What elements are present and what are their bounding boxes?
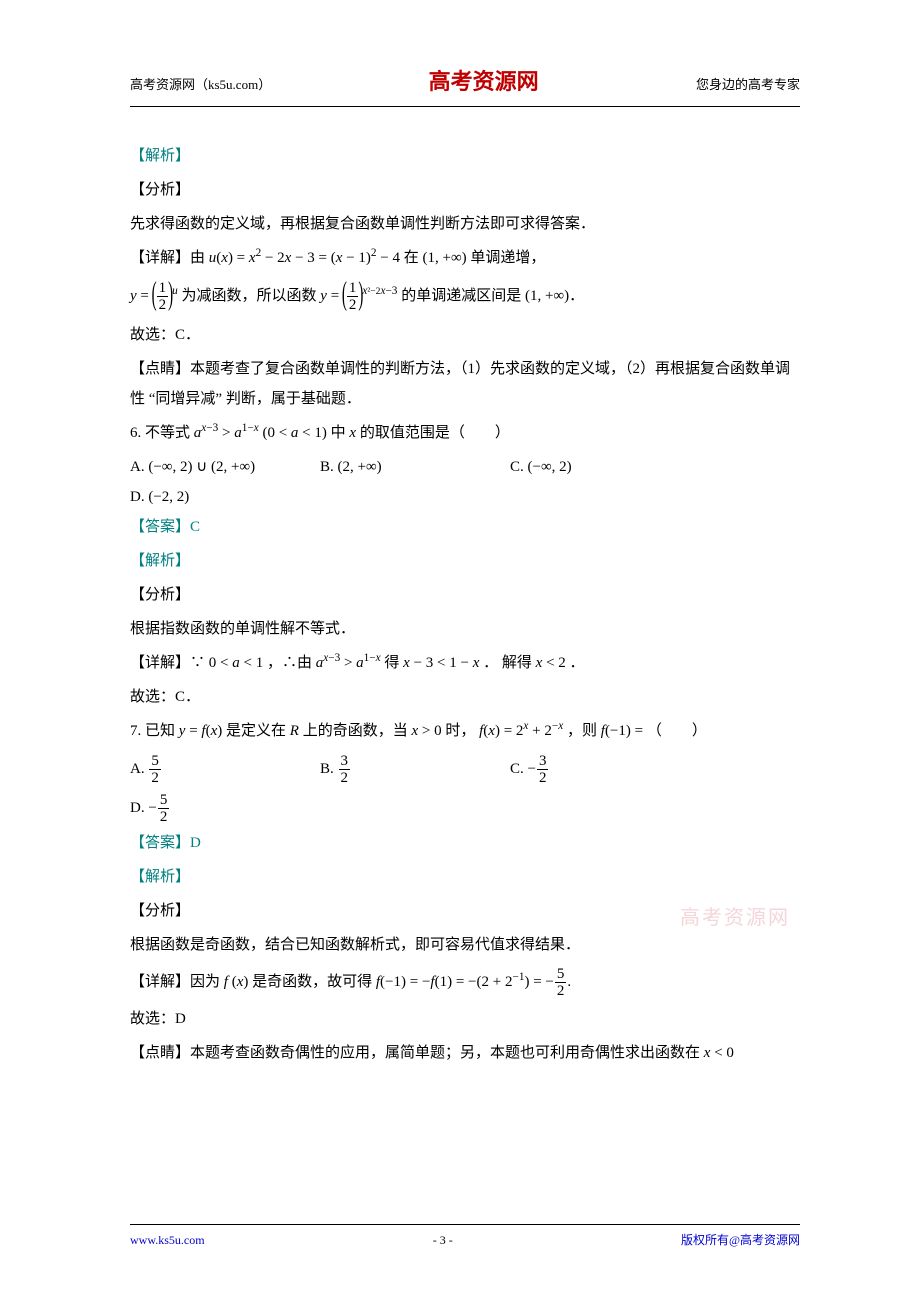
- question-6: 6. 不等式 ax−3 > a1−x (0 < a < 1) 中 x 的取值范围…: [130, 418, 800, 448]
- subheading-label: 【分析】: [130, 580, 800, 610]
- footer-page-num: - 3 -: [433, 1228, 453, 1252]
- t: 是定义在: [226, 723, 286, 739]
- subheading-label: 【分析】: [130, 175, 800, 205]
- header-right: 您身边的高考专家: [696, 72, 800, 98]
- t: D.: [130, 800, 145, 816]
- choice-c: C. (−∞, 2): [510, 452, 670, 482]
- t: C.: [510, 459, 524, 475]
- footer-right: 版权所有@高考资源网: [681, 1228, 800, 1252]
- choices-7: A. 52 B. 32 C. −32 D. −52: [130, 750, 800, 828]
- text-line: 【详解】∵ 0 < a < 1 ，∴由 ax−3 > a1−x 得 x − 3 …: [130, 648, 800, 678]
- text-line: 【详解】因为 f (x) 是奇函数，故可得 f(−1) = −f(1) = −(…: [130, 964, 800, 1000]
- choice-d: D. −52: [130, 789, 290, 828]
- header-left: 高考资源网（ks5u.com）: [130, 72, 271, 98]
- t: 单调递增，: [470, 250, 545, 266]
- choices-6: A. (−∞, 2) ∪ (2, +∞) B. (2, +∞) C. (−∞, …: [130, 452, 800, 512]
- choice-a: A. (−∞, 2) ∪ (2, +∞): [130, 452, 290, 482]
- t: 【点睛】本题考查函数奇偶性的应用，属简单题；另，本题也可利用奇偶性求出函数在: [130, 1045, 700, 1061]
- t: A.: [130, 761, 145, 777]
- text-line: 故选：C．: [130, 320, 800, 350]
- t: 6. 不等式: [130, 425, 190, 441]
- header-center-logo: 高考资源网: [429, 60, 539, 104]
- t: 的取值范围是（ ）: [360, 425, 510, 441]
- document-page: 高考资源网（ks5u.com） 高考资源网 您身边的高考专家 【解析】 【分析】…: [0, 0, 920, 1302]
- t: 中: [331, 425, 346, 441]
- page-footer: www.ks5u.com - 3 - 版权所有@高考资源网: [130, 1224, 800, 1252]
- t: 上的奇函数，当: [303, 723, 408, 739]
- t: C.: [510, 761, 524, 777]
- subheading-label: 【分析】: [130, 896, 800, 926]
- analysis-label: 【解析】: [130, 141, 800, 171]
- t: （ ）: [647, 723, 707, 739]
- question-7: 7. 已知 y = f(x) 是定义在 R 上的奇函数，当 x > 0 时， f…: [130, 716, 800, 746]
- t: 【详解】∵: [130, 655, 205, 671]
- choice-b: B. (2, +∞): [320, 452, 480, 482]
- t: ． 解得: [483, 655, 532, 671]
- text-line: 【点睛】本题考查了复合函数单调性的判断方法，（1）先求函数的定义域，（2）再根据…: [130, 354, 800, 414]
- answer-label: 【答案】C: [130, 512, 800, 542]
- text-line: 故选：C．: [130, 682, 800, 712]
- t: 在: [404, 250, 419, 266]
- t: 【详解】由: [130, 250, 205, 266]
- t: 为减函数，所以函数: [182, 288, 317, 304]
- analysis-label: 【解析】: [130, 862, 800, 892]
- text-line: 先求得函数的定义域，再根据复合函数单调性判断方法即可求得答案．: [130, 209, 800, 239]
- answer-label: 【答案】D: [130, 828, 800, 858]
- text-line: 根据指数函数的单调性解不等式．: [130, 614, 800, 644]
- t: ，则: [567, 723, 597, 739]
- t: 是奇函数，故可得: [252, 974, 372, 990]
- t: ，∴由: [267, 655, 312, 671]
- analysis-label: 【解析】: [130, 546, 800, 576]
- t: B.: [320, 761, 334, 777]
- choice-b: B. 32: [320, 750, 480, 789]
- text-line: 故选：D: [130, 1004, 800, 1034]
- text-line: 【详解】由 u(x) = x2 − 2x − 3 = (x − 1)2 − 4 …: [130, 243, 800, 273]
- footer-left: www.ks5u.com: [130, 1228, 205, 1252]
- t: B.: [320, 459, 334, 475]
- text-line: 【点睛】本题考查函数奇偶性的应用，属简单题；另，本题也可利用奇偶性求出函数在 x…: [130, 1038, 800, 1068]
- t: 【详解】因为: [130, 974, 220, 990]
- t: A.: [130, 459, 145, 475]
- t: 7. 已知: [130, 723, 175, 739]
- t: D.: [130, 489, 145, 505]
- choice-c: C. −32: [510, 750, 670, 789]
- t: 时，: [445, 723, 475, 739]
- choice-a: A. 52: [130, 750, 290, 789]
- t: 得: [384, 655, 399, 671]
- text-line: y = (12)u 为减函数，所以函数 y = (12)x²−2x−3 的单调递…: [130, 277, 800, 316]
- t: 的单调递减区间是: [401, 288, 521, 304]
- text-line: 根据函数是奇函数，结合已知函数解析式，即可容易代值求得结果．: [130, 930, 800, 960]
- choice-d: D. (−2, 2): [130, 482, 290, 512]
- page-header: 高考资源网（ks5u.com） 高考资源网 您身边的高考专家: [130, 60, 800, 107]
